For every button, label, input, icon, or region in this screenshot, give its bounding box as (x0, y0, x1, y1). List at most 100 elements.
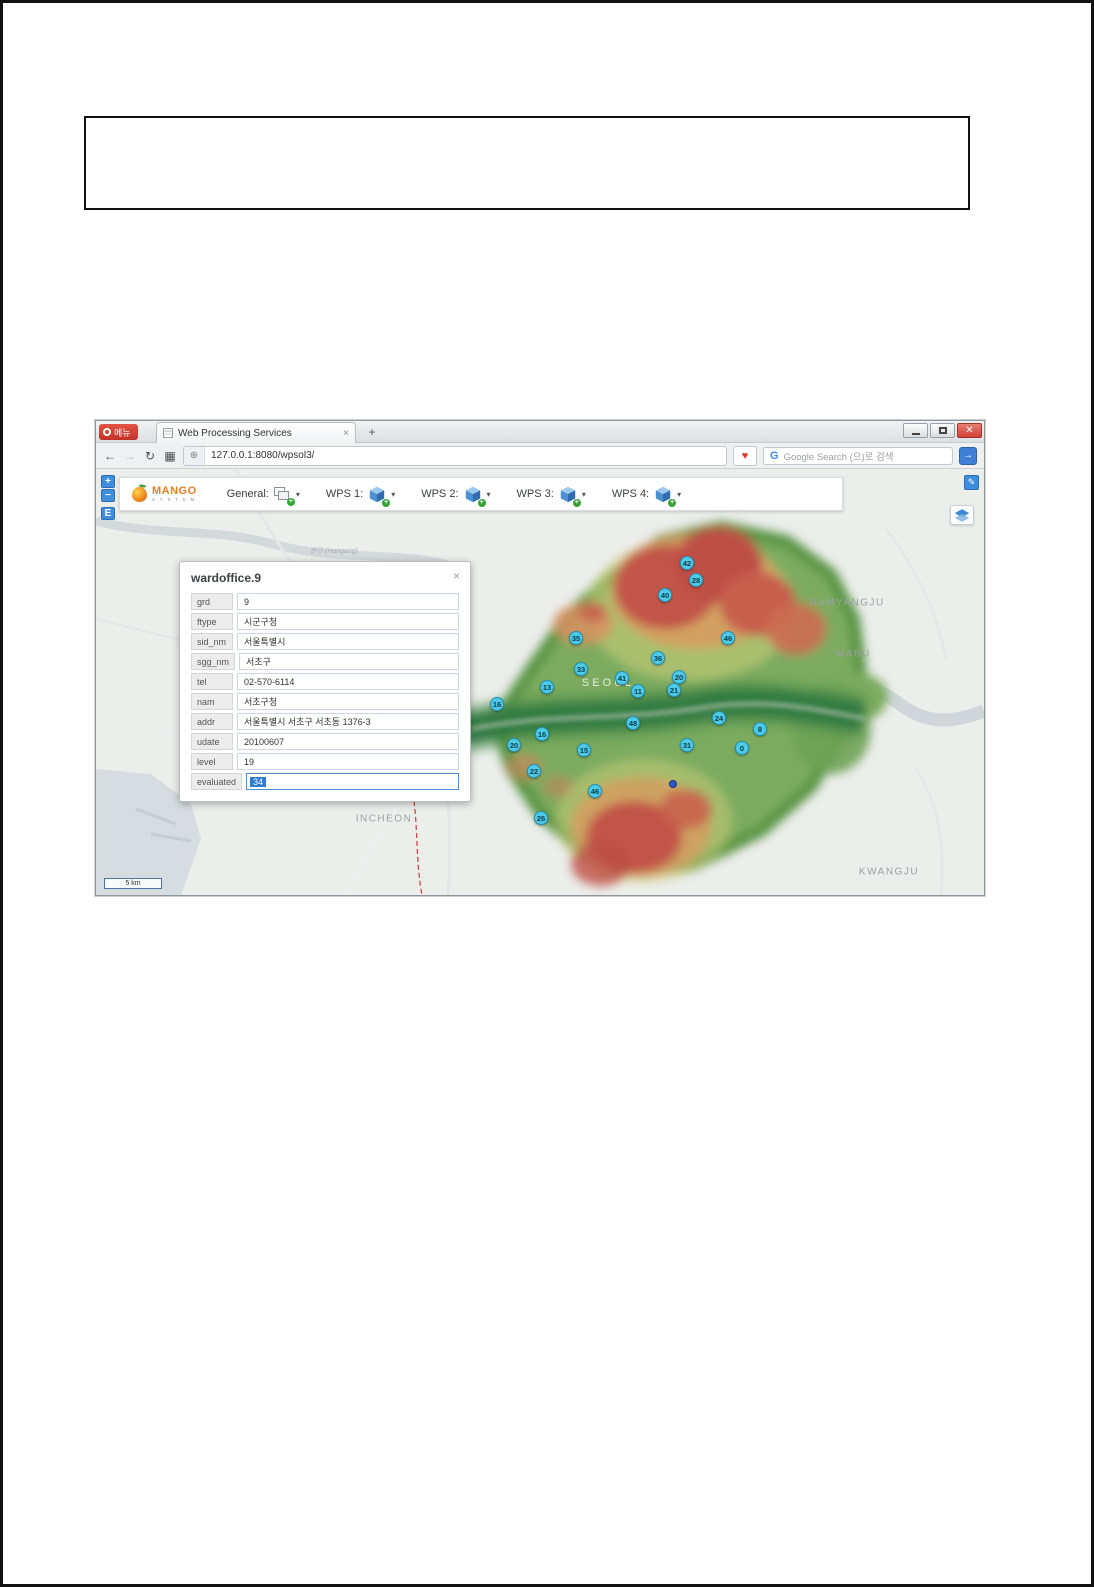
address-bar[interactable]: ⊕ 127.0.0.1:8080/wpsol3/ (183, 445, 727, 466)
chevron-down-icon: ▾ (295, 489, 300, 499)
toolbar-item-label: General: (226, 488, 269, 500)
tab-title: Web Processing Services (178, 427, 292, 439)
map-marker[interactable]: 40 (658, 588, 672, 602)
map-marker[interactable]: 36 (651, 651, 665, 665)
map-marker[interactable]: 41 (615, 671, 629, 685)
selected-point[interactable] (669, 780, 677, 788)
toolbar-wps4-dropdown[interactable]: WPS 4: + ▾ (611, 485, 682, 507)
popup-row: grd 9 (191, 593, 459, 610)
search-box[interactable]: G Google Search (으)로 검색 (763, 446, 953, 465)
chevron-down-icon: ▾ (581, 489, 586, 499)
close-icon: ✕ (965, 424, 974, 436)
map-marker[interactable]: 8 (753, 722, 767, 736)
bookmark-heart-button[interactable]: ♥ (733, 445, 757, 466)
map-label: INCHEON (355, 813, 413, 825)
draw-pencil-button[interactable]: ✎ (964, 475, 979, 490)
map-marker[interactable]: 48 (626, 716, 640, 730)
toolbar-wps2-dropdown[interactable]: WPS 2: + ▾ (421, 485, 491, 507)
empty-note-box (84, 116, 970, 210)
popup-field-value: 서울특별시 서초구 서초동 1376-3 (237, 713, 459, 730)
search-placeholder: Google Search (으)로 검색 (783, 451, 894, 463)
toolbar-wps3-dropdown[interactable]: WPS 3: + ▾ (517, 485, 586, 507)
map-marker[interactable]: 24 (712, 711, 726, 725)
map-area[interactable]: 한강 (Hangang) NAMYANGJU WABU SEOUL INCHEON KWA… (96, 469, 984, 895)
map-marker[interactable]: 13 (540, 680, 554, 694)
toolbar-general-dropdown[interactable]: General: + ▾ (226, 486, 300, 506)
map-marker[interactable]: 46 (721, 631, 735, 645)
toolbar-item-label: WPS 2: (421, 488, 459, 500)
minimize-button[interactable] (903, 423, 928, 438)
map-marker[interactable]: 0 (735, 741, 749, 755)
map-marker[interactable]: 20 (672, 670, 686, 684)
popup-field-value: 서울특별시 (237, 633, 459, 650)
layers-icon (954, 508, 970, 522)
toolbar-item-label: WPS 4: (611, 488, 650, 500)
map-marker[interactable]: 31 (680, 738, 694, 752)
google-icon: G (770, 449, 779, 462)
map-marker[interactable]: 16 (535, 727, 549, 741)
popup-field-value: 시군구청 (237, 613, 459, 630)
scale-bar: 5 km (104, 878, 162, 889)
edit-mode-button[interactable]: E (101, 507, 115, 520)
maximize-icon (938, 427, 947, 434)
map-marker[interactable]: 35 (569, 631, 583, 645)
toolbar-item-label: WPS 1: (325, 488, 364, 500)
popup-field-label: sgg_nm (191, 653, 236, 670)
url-text: 127.0.0.1:8080/wpsol3/ (211, 450, 315, 461)
maximize-button[interactable] (930, 423, 955, 438)
popup-field-label: addr (191, 713, 233, 730)
map-marker[interactable]: 28 (689, 573, 703, 587)
map-marker[interactable]: 26 (534, 811, 548, 825)
mango-brand: MANGO S Y S T E M (132, 485, 197, 503)
toolbar-wps1-dropdown[interactable]: WPS 1: + ▾ (325, 485, 395, 507)
map-marker[interactable]: 20 (507, 738, 521, 752)
browser-titlebar: 메뉴 Web Processing Services × + ✕ (96, 421, 984, 443)
popup-row: udate 20100607 (191, 733, 459, 750)
tab-favicon-icon (163, 428, 173, 438)
map-marker[interactable]: 15 (577, 743, 591, 757)
popup-row: sgg_nm 서초구 (191, 653, 459, 670)
popup-field-value: 02-570-6114 (237, 673, 459, 690)
popup-rows: grd 9 ftype 시군구청 sid_nm 서울특별시 sgg_nm 서초구 tel 02-5… (191, 593, 459, 790)
map-label: WABU (835, 648, 871, 660)
back-icon[interactable]: ← (103, 449, 117, 463)
scale-label: 5 km (125, 880, 141, 887)
tab-close-icon[interactable]: × (343, 428, 349, 439)
layer-switcher-button[interactable] (950, 505, 974, 525)
popup-row: nam 서초구청 (191, 693, 459, 710)
map-label: KWANGJU (858, 866, 920, 878)
reload-icon[interactable]: ↻ (143, 449, 157, 463)
popup-field-label: udate (191, 733, 233, 750)
popup-row: addr 서울특별시 서초구 서초동 1376-3 (191, 713, 459, 730)
map-marker[interactable]: 33 (574, 662, 588, 676)
map-marker[interactable]: 11 (631, 684, 645, 698)
map-marker[interactable]: 21 (667, 683, 681, 697)
speed-dial-icon[interactable]: ▦ (163, 449, 177, 463)
evaluated-input[interactable]: 34 (246, 773, 459, 790)
feature-popup: wardoffice.9 × grd 9 ftype 시군구청 sid_nm 서울특별시 s… (179, 561, 471, 802)
map-marker[interactable]: 42 (680, 556, 694, 570)
map-label: NAMYANGJU (809, 597, 885, 609)
popup-field-label: level (191, 753, 233, 770)
forward-icon[interactable]: → (123, 449, 137, 463)
map-marker[interactable]: 46 (588, 784, 602, 798)
chevron-down-icon: ▾ (486, 489, 491, 499)
brand-subtitle: S Y S T E M (152, 496, 197, 502)
sidebar-toggle-button[interactable]: → (959, 446, 977, 465)
popup-row: sid_nm 서울특별시 (191, 633, 459, 650)
wps-toolbar: MANGO S Y S T E M General: + ▾ WPS 1: + … (119, 477, 843, 511)
popup-field-value: 서초구청 (237, 693, 459, 710)
popup-field-value: 9 (237, 593, 459, 610)
zoom-out-button[interactable]: − (101, 489, 115, 502)
map-marker[interactable]: 16 (490, 697, 504, 711)
new-tab-button[interactable]: + (364, 424, 380, 440)
chevron-down-icon: ▾ (677, 489, 682, 499)
popup-close-icon[interactable]: × (453, 569, 460, 583)
zoom-in-button[interactable]: + (101, 475, 115, 488)
browser-menu-button[interactable]: 메뉴 (99, 424, 138, 440)
layers-add-icon: + (273, 486, 295, 506)
map-marker[interactable]: 22 (527, 764, 541, 778)
wps-cube-icon: + (654, 485, 677, 507)
close-button[interactable]: ✕ (957, 423, 982, 438)
browser-tab[interactable]: Web Processing Services × (156, 422, 356, 443)
